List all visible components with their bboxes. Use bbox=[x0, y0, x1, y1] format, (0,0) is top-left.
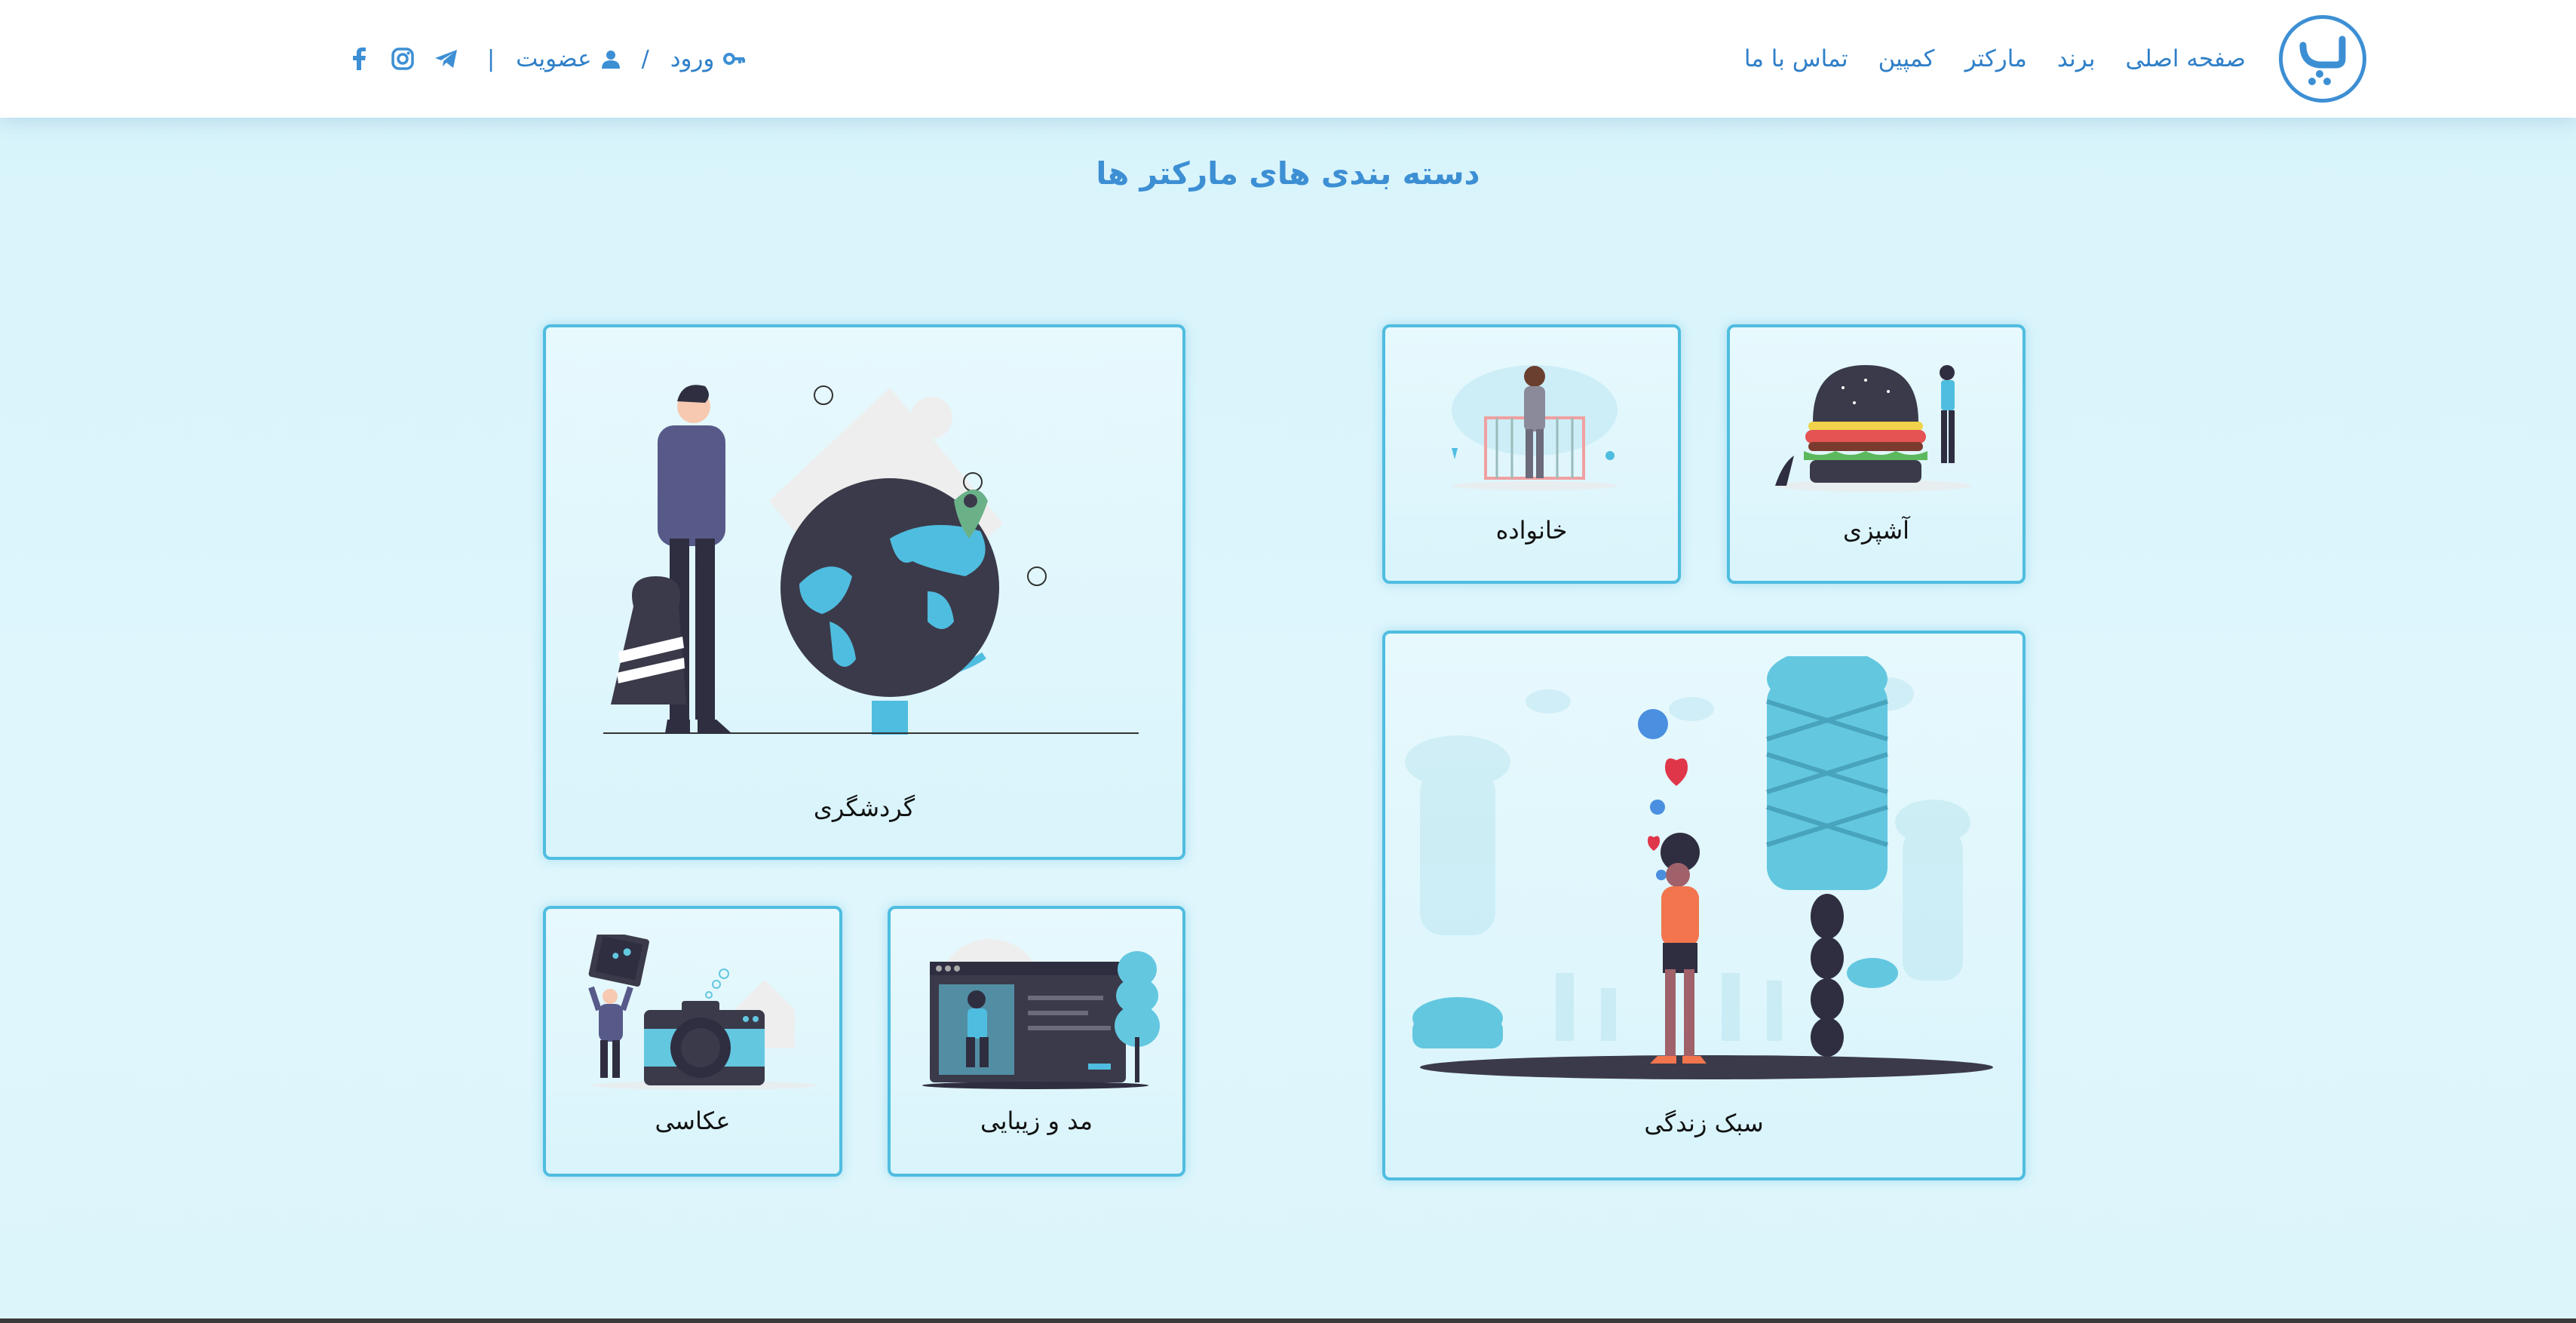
nav-brand-link[interactable]: برند bbox=[2057, 45, 2096, 72]
auth-social-nav: | عضویت / ورود bbox=[345, 0, 746, 118]
category-label-tourism: گردشگری bbox=[813, 793, 915, 822]
site-logo[interactable] bbox=[2279, 15, 2366, 103]
page-title: دسته بندی های مارکتر ها bbox=[1096, 155, 1480, 192]
category-card-lifestyle[interactable]: سبک زندگی bbox=[1382, 631, 2026, 1180]
login-label: ورود bbox=[670, 45, 715, 72]
main-nav: صفحه اصلی برند مارکتر کمپین تماس با ما bbox=[1714, 0, 2366, 118]
top-header: صفحه اصلی برند مارکتر کمپین تماس با ما |… bbox=[0, 0, 2576, 118]
category-label-photography: عکاسی bbox=[655, 1107, 731, 1135]
category-label-fashion: مد و زیبایی bbox=[980, 1107, 1093, 1135]
category-card-fashion[interactable]: مد و زیبایی bbox=[888, 906, 1185, 1177]
key-icon bbox=[723, 53, 746, 65]
globe-traveler-illustration bbox=[603, 385, 1139, 735]
footer-divider bbox=[0, 1318, 2576, 1323]
category-label-family: خانواده bbox=[1495, 516, 1568, 545]
category-label-lifestyle: سبک زندگی bbox=[1644, 1109, 1764, 1137]
telegram-icon[interactable] bbox=[433, 45, 460, 72]
nav-marketer-link[interactable]: مارکتر bbox=[1965, 45, 2027, 72]
category-card-cooking[interactable]: آشپزی bbox=[1727, 324, 2026, 584]
family-illustration bbox=[1452, 365, 1618, 490]
camera-illustration bbox=[588, 935, 817, 1090]
login-link[interactable]: ورود bbox=[670, 45, 747, 72]
separator: | bbox=[487, 45, 495, 72]
facebook-icon[interactable] bbox=[345, 45, 373, 72]
category-label-cooking: آشپزی bbox=[1842, 516, 1910, 545]
auth-slash: / bbox=[641, 45, 649, 72]
category-card-family[interactable]: خانواده bbox=[1382, 324, 1681, 584]
signup-link[interactable]: عضویت bbox=[516, 45, 620, 72]
category-card-tourism[interactable]: گردشگری bbox=[543, 324, 1185, 860]
lifestyle-illustration bbox=[1405, 656, 1993, 1079]
nav-home-link[interactable]: صفحه اصلی bbox=[2125, 45, 2246, 72]
instagram-icon[interactable] bbox=[389, 45, 416, 72]
user-icon bbox=[601, 51, 620, 69]
signup-label: عضویت bbox=[516, 45, 592, 72]
nav-contact-link[interactable]: تماس با ما bbox=[1744, 45, 1848, 72]
burger-illustration bbox=[1775, 365, 1971, 492]
category-card-photography[interactable]: عکاسی bbox=[543, 906, 842, 1177]
fashion-illustration bbox=[922, 939, 1160, 1089]
logo-icon bbox=[2299, 35, 2346, 85]
nav-campaign-link[interactable]: کمپین bbox=[1878, 45, 1935, 72]
